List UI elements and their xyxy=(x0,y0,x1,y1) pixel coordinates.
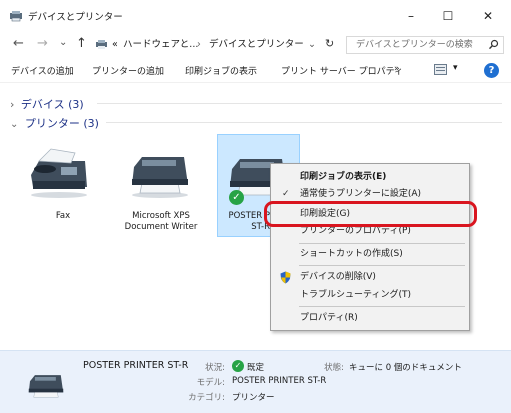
collapsed-chevron-icon: › xyxy=(10,98,15,111)
help-button[interactable]: ? xyxy=(484,63,499,78)
search-placeholder: デバイスとプリンターの検索 xyxy=(356,40,473,50)
status-label: 状況: xyxy=(205,363,225,373)
recent-locations-button[interactable]: ⌄ xyxy=(59,37,67,48)
group-printers[interactable]: ⌄ プリンター (3) xyxy=(10,115,99,131)
printer-icon xyxy=(132,157,188,198)
address-bar: ← → ⌄ ↑ « ハードウェアと... › デバイスとプリンター ⌄ ↻ デバ… xyxy=(0,32,511,58)
devices-printers-icon xyxy=(10,11,22,22)
change-view-button[interactable]: ▾ xyxy=(434,63,464,77)
uac-shield-icon xyxy=(280,271,291,284)
status-value: 既定 xyxy=(247,363,265,373)
view-icon xyxy=(434,64,447,75)
refresh-button[interactable]: ↻ xyxy=(325,37,334,50)
group-devices-label: デバイス (3) xyxy=(20,98,84,111)
printer-label-line1: Microsoft XPS xyxy=(132,211,190,221)
state-label: 状態: xyxy=(324,363,344,373)
menu-item-create-shortcut[interactable]: ショートカットの作成(S) xyxy=(271,246,469,263)
status-check-icon: ✓ xyxy=(232,360,244,372)
print-settings-highlight xyxy=(264,201,477,227)
close-button[interactable]: ✕ xyxy=(470,4,506,28)
printer-label: Fax xyxy=(55,211,71,221)
printer-item-fax[interactable]: Fax xyxy=(23,145,103,227)
breadcrumb-overflow[interactable]: « xyxy=(112,36,118,54)
devices-printers-icon xyxy=(96,40,107,49)
menu-item-properties[interactable]: プロパティ(R) xyxy=(271,310,469,327)
title-bar: デバイスとプリンター – ☐ ✕ xyxy=(0,0,511,32)
up-button[interactable]: ↑ xyxy=(76,36,87,51)
details-printer-name: POSTER PRINTER ST-R xyxy=(83,360,189,371)
print-server-properties-button[interactable]: プリント サーバー プロパティ xyxy=(281,64,403,77)
category-value: プリンター xyxy=(232,393,275,403)
breadcrumb-separator: › xyxy=(197,39,201,50)
search-icon xyxy=(489,39,499,50)
printer-label-line2: ST-R xyxy=(251,222,270,232)
add-device-button[interactable]: デバイスの追加 xyxy=(11,64,74,77)
search-input[interactable]: デバイスとプリンターの検索 xyxy=(346,36,504,54)
maximize-button[interactable]: ☐ xyxy=(430,4,466,28)
context-menu: 印刷ジョブの表示(E) ✓ 通常使うプリンターに設定(A) 印刷設定(G) プリ… xyxy=(270,163,470,331)
address-dropdown-button[interactable]: ⌄ xyxy=(308,36,316,54)
menu-item-view-print-jobs[interactable]: 印刷ジョブの表示(E) xyxy=(271,169,469,186)
menu-separator xyxy=(299,306,465,307)
more-commands-button[interactable]: » xyxy=(394,64,400,74)
fax-icon xyxy=(31,148,87,198)
printer-item-xps[interactable]: Microsoft XPS Document Writer xyxy=(116,145,206,237)
command-bar: デバイスの追加 プリンターの追加 印刷ジョブの表示 プリント サーバー プロパテ… xyxy=(0,58,511,82)
back-button[interactable]: ← xyxy=(13,36,24,51)
menu-separator xyxy=(299,265,465,266)
details-pane: POSTER PRINTER ST-R 状況: ✓ 既定 状態: キューに 0 … xyxy=(0,350,511,413)
expanded-chevron-icon: ⌄ xyxy=(10,119,19,130)
menu-item-remove-device[interactable]: デバイスの削除(V) xyxy=(271,269,469,286)
view-dropdown-arrow: ▾ xyxy=(453,63,458,73)
help-icon: ? xyxy=(488,65,495,76)
group-devices[interactable]: › デバイス (3) xyxy=(10,96,84,112)
divider xyxy=(0,82,511,83)
breadcrumb-hardware[interactable]: ハードウェアと... xyxy=(123,36,198,54)
minimize-button[interactable]: – xyxy=(393,4,429,28)
menu-separator xyxy=(299,243,465,244)
breadcrumb-devices-printers[interactable]: デバイスとプリンター xyxy=(209,36,304,54)
state-value: キューに 0 個のドキュメント xyxy=(349,363,462,373)
view-print-jobs-button[interactable]: 印刷ジョブの表示 xyxy=(185,64,257,77)
forward-button[interactable]: → xyxy=(37,36,48,51)
category-label: カテゴリ: xyxy=(188,393,225,403)
default-printer-check-icon: ✓ xyxy=(229,190,244,205)
address-box[interactable]: « ハードウェアと... › デバイスとプリンター ⌄ xyxy=(91,36,322,54)
model-label: モデル: xyxy=(196,378,225,388)
printer-icon xyxy=(28,375,64,398)
printer-label-line1: POSTER P xyxy=(228,211,270,221)
printer-label-line2: Document Writer xyxy=(124,222,198,232)
add-printer-button[interactable]: プリンターの追加 xyxy=(92,64,164,77)
group-divider xyxy=(106,122,502,123)
menu-item-troubleshoot[interactable]: トラブルシューティング(T) xyxy=(271,287,469,304)
window-title: デバイスとプリンター xyxy=(28,12,123,23)
group-divider xyxy=(97,103,502,104)
group-printers-label: プリンター (3) xyxy=(24,117,99,130)
model-value: POSTER PRINTER ST-R xyxy=(232,376,327,386)
